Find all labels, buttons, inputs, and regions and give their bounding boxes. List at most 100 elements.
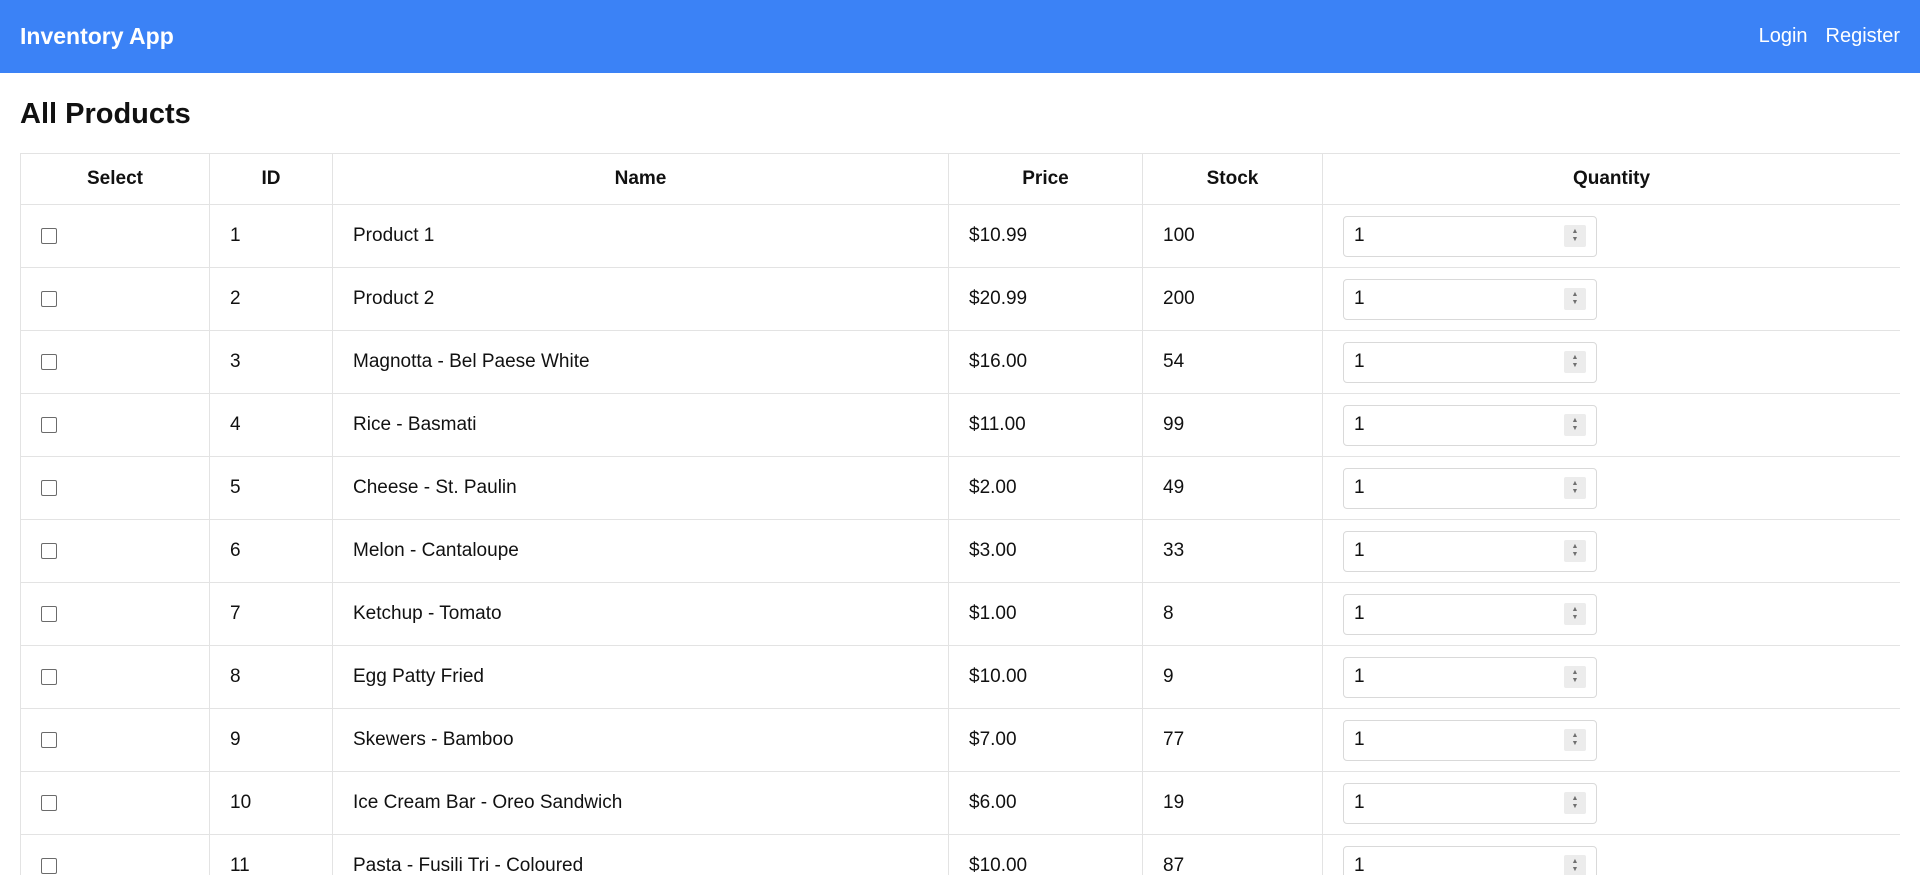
checkbox-icon[interactable] <box>41 353 57 370</box>
brand-title[interactable]: Inventory App <box>20 23 174 50</box>
spin-up-icon[interactable]: ▲ <box>1572 354 1579 362</box>
spin-down-icon[interactable]: ▼ <box>1572 299 1579 307</box>
quantity-input[interactable]: 1 ▲ ▼ <box>1343 782 1597 824</box>
quantity-input[interactable]: 1 ▲ ▼ <box>1343 656 1597 698</box>
spin-up-icon[interactable]: ▲ <box>1572 291 1579 299</box>
checkbox-icon[interactable] <box>41 731 57 748</box>
spinner-arrows-icon[interactable]: ▲ ▼ <box>1564 225 1586 247</box>
name-cell: Cheese - St. Paulin <box>332 456 949 520</box>
select-cell <box>20 204 210 268</box>
price-cell: $10.99 <box>948 204 1143 268</box>
quantity-cell: 1 ▲ ▼ <box>1322 645 1900 709</box>
spin-down-icon[interactable]: ▼ <box>1572 866 1579 874</box>
spin-up-icon[interactable]: ▲ <box>1572 417 1579 425</box>
quantity-input[interactable]: 1 ▲ ▼ <box>1343 215 1597 257</box>
spin-up-icon[interactable]: ▲ <box>1572 228 1579 236</box>
products-table: Select ID Name Price Stock Quantity 1 Pro… <box>20 153 1900 875</box>
name-cell: Pasta - Fusili Tri - Coloured <box>332 834 949 875</box>
spin-down-icon[interactable]: ▼ <box>1572 488 1579 496</box>
select-cell <box>20 519 210 583</box>
spin-down-icon[interactable]: ▼ <box>1572 551 1579 559</box>
spinner-arrows-icon[interactable]: ▲ ▼ <box>1564 603 1586 625</box>
spin-up-icon[interactable]: ▲ <box>1572 858 1579 866</box>
checkbox-icon[interactable] <box>41 857 57 874</box>
stock-cell: 87 <box>1142 834 1323 875</box>
quantity-input[interactable]: 1 ▲ ▼ <box>1343 530 1597 572</box>
id-cell: 7 <box>209 582 333 646</box>
quantity-input[interactable]: 1 ▲ ▼ <box>1343 593 1597 635</box>
quantity-input[interactable]: 1 ▲ ▼ <box>1343 845 1597 875</box>
quantity-input[interactable]: 1 ▲ ▼ <box>1343 719 1597 761</box>
stock-cell: 54 <box>1142 330 1323 394</box>
quantity-input[interactable]: 1 ▲ ▼ <box>1343 341 1597 383</box>
spin-down-icon[interactable]: ▼ <box>1572 740 1579 748</box>
price-cell: $3.00 <box>948 519 1143 583</box>
select-cell <box>20 645 210 709</box>
price-cell: $10.00 <box>948 834 1143 875</box>
login-link[interactable]: Login <box>1759 25 1808 48</box>
quantity-cell: 1 ▲ ▼ <box>1322 582 1900 646</box>
spinner-arrows-icon[interactable]: ▲ ▼ <box>1564 288 1586 310</box>
quantity-value: 1 <box>1354 729 1365 750</box>
spinner-arrows-icon[interactable]: ▲ ▼ <box>1564 351 1586 373</box>
name-cell: Rice - Basmati <box>332 393 949 457</box>
spin-down-icon[interactable]: ▼ <box>1572 236 1579 244</box>
spinner-arrows-icon[interactable]: ▲ ▼ <box>1564 414 1586 436</box>
spin-up-icon[interactable]: ▲ <box>1572 795 1579 803</box>
select-cell <box>20 393 210 457</box>
checkbox-icon[interactable] <box>41 479 57 496</box>
quantity-input[interactable]: 1 ▲ ▼ <box>1343 404 1597 446</box>
table-row: 9 Skewers - Bamboo $7.00 77 1 ▲ ▼ <box>20 708 1900 772</box>
spin-down-icon[interactable]: ▼ <box>1572 362 1579 370</box>
spin-up-icon[interactable]: ▲ <box>1572 732 1579 740</box>
checkbox-icon[interactable] <box>41 416 57 433</box>
quantity-cell: 1 ▲ ▼ <box>1322 393 1900 457</box>
table-row: 2 Product 2 $20.99 200 1 ▲ ▼ <box>20 267 1900 331</box>
name-cell: Ice Cream Bar - Oreo Sandwich <box>332 771 949 835</box>
checkbox-icon[interactable] <box>41 542 57 559</box>
column-header-select: Select <box>20 153 210 205</box>
quantity-input[interactable]: 1 ▲ ▼ <box>1343 467 1597 509</box>
spinner-arrows-icon[interactable]: ▲ ▼ <box>1564 666 1586 688</box>
table-row: 3 Magnotta - Bel Paese White $16.00 54 1 ▲ ▼ <box>20 330 1900 394</box>
column-header-name: Name <box>332 153 949 205</box>
price-cell: $2.00 <box>948 456 1143 520</box>
stock-cell: 100 <box>1142 204 1323 268</box>
checkbox-icon[interactable] <box>41 290 57 307</box>
id-cell: 8 <box>209 645 333 709</box>
spinner-arrows-icon[interactable]: ▲ ▼ <box>1564 540 1586 562</box>
register-link[interactable]: Register <box>1826 25 1900 48</box>
spinner-arrows-icon[interactable]: ▲ ▼ <box>1564 855 1586 875</box>
spin-up-icon[interactable]: ▲ <box>1572 669 1579 677</box>
spin-up-icon[interactable]: ▲ <box>1572 606 1579 614</box>
spin-up-icon[interactable]: ▲ <box>1572 480 1579 488</box>
id-cell: 5 <box>209 456 333 520</box>
spinner-arrows-icon[interactable]: ▲ ▼ <box>1564 792 1586 814</box>
spin-down-icon[interactable]: ▼ <box>1572 425 1579 433</box>
spin-down-icon[interactable]: ▼ <box>1572 614 1579 622</box>
quantity-cell: 1 ▲ ▼ <box>1322 456 1900 520</box>
spin-down-icon[interactable]: ▼ <box>1572 677 1579 685</box>
select-cell <box>20 708 210 772</box>
price-cell: $11.00 <box>948 393 1143 457</box>
main-content: All Products Select ID Name Price Stock … <box>0 73 1920 875</box>
checkbox-icon[interactable] <box>41 794 57 811</box>
spin-up-icon[interactable]: ▲ <box>1572 543 1579 551</box>
id-cell: 3 <box>209 330 333 394</box>
quantity-cell: 1 ▲ ▼ <box>1322 708 1900 772</box>
spinner-arrows-icon[interactable]: ▲ ▼ <box>1564 729 1586 751</box>
name-cell: Product 1 <box>332 204 949 268</box>
checkbox-icon[interactable] <box>41 668 57 685</box>
checkbox-icon[interactable] <box>41 605 57 622</box>
spinner-arrows-icon[interactable]: ▲ ▼ <box>1564 477 1586 499</box>
spin-down-icon[interactable]: ▼ <box>1572 803 1579 811</box>
checkbox-icon[interactable] <box>41 227 57 244</box>
column-header-id: ID <box>209 153 333 205</box>
stock-cell: 8 <box>1142 582 1323 646</box>
quantity-input[interactable]: 1 ▲ ▼ <box>1343 278 1597 320</box>
table-row: 10 Ice Cream Bar - Oreo Sandwich $6.00 19 1 ▲… <box>20 771 1900 835</box>
quantity-value: 1 <box>1354 414 1365 435</box>
table-header-row: Select ID Name Price Stock Quantity <box>20 153 1900 205</box>
navbar: Inventory App Login Register <box>0 0 1920 73</box>
quantity-value: 1 <box>1354 477 1365 498</box>
